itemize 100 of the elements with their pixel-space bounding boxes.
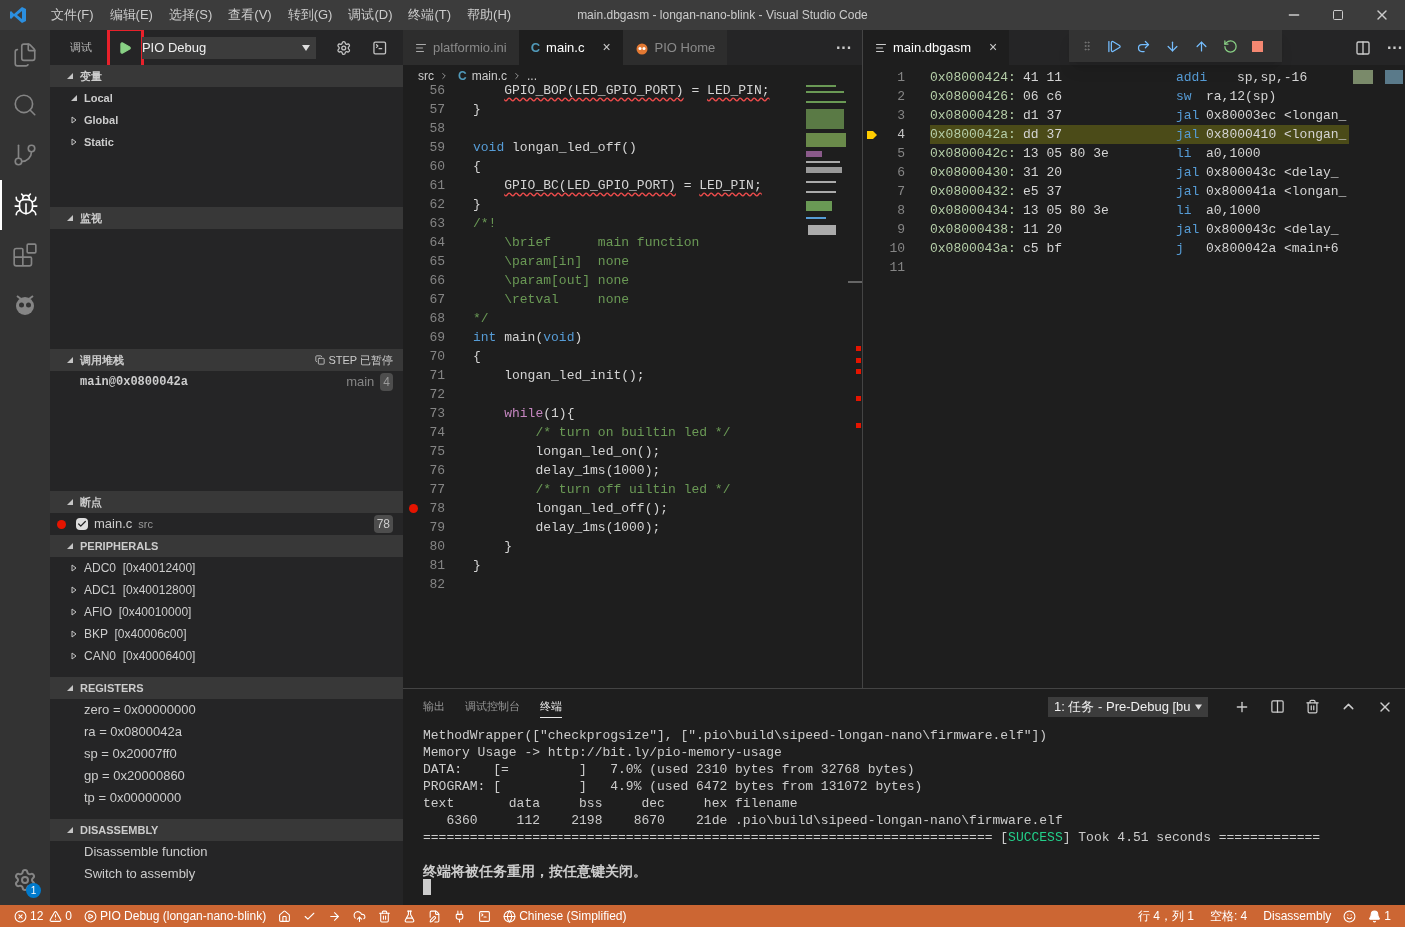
triangle-icon[interactable] — [66, 542, 74, 550]
assembly-line: 0x08000428: d1 37 jal 0x80003ec <longan_ — [930, 106, 1348, 125]
editor-tab[interactable]: main.dbgasm × — [863, 30, 1010, 65]
menu-item[interactable]: 调试(D) — [340, 5, 401, 25]
code-line: /* turn off uiltin led */ — [534, 480, 731, 499]
list-item[interactable]: Switch to assembly — [50, 863, 403, 885]
more-actions-button[interactable]: ··· — [836, 35, 852, 60]
editor-tab[interactable]: PIO Home — [622, 30, 728, 65]
step-over-icon[interactable] — [1136, 38, 1151, 54]
restart-icon[interactable] — [1223, 38, 1238, 54]
more-actions-button[interactable]: ··· — [1387, 35, 1403, 60]
section-header[interactable]: 监视 — [50, 207, 403, 229]
triangle-icon[interactable] — [70, 138, 78, 146]
triangle-icon[interactable] — [70, 116, 78, 124]
editor-tab[interactable]: platformio.ini — [403, 30, 519, 65]
debug-launch-item[interactable]: PIO Debug (longan-nano-blink) — [84, 907, 267, 925]
terminal-line: MethodWrapper(["checkprogsize"], [".pio\build\sipeed-longan-nano\firmware.elf"]) — [423, 727, 1049, 743]
triangle-icon[interactable] — [66, 72, 74, 80]
tree-item[interactable]: ADC0 [0x40012400] — [50, 557, 403, 579]
problems-indicator[interactable]: 12 0 — [14, 907, 73, 925]
drag-handle-icon[interactable] — [1081, 40, 1093, 52]
home-icon[interactable] — [278, 909, 292, 923]
tree-item[interactable]: CAN0 [0x40006400] — [50, 645, 403, 667]
language-mode[interactable]: Disassembly — [1263, 907, 1332, 925]
cloud-upload-icon[interactable] — [353, 909, 367, 923]
indentation[interactable]: 空格: 4 — [1209, 907, 1248, 925]
split-terminal-icon[interactable] — [1270, 699, 1285, 714]
menu-item[interactable]: 文件(F) — [43, 5, 102, 25]
triangle-icon[interactable] — [66, 214, 74, 222]
terminal-line: PROGRAM: [ ] 4.9% (used 6472 bytes from 131072 bytes) — [423, 778, 924, 794]
tree-item[interactable]: Static — [50, 131, 403, 153]
triangle-icon[interactable] — [66, 684, 74, 692]
terminal-icon[interactable] — [371, 39, 387, 56]
section-header[interactable]: 断点 — [50, 491, 403, 513]
triangle-icon[interactable] — [66, 356, 74, 364]
tree-item[interactable]: AFIO [0x40010000] — [50, 601, 403, 623]
tree-item[interactable]: ADC1 [0x40012800] — [50, 579, 403, 601]
panel-tab[interactable]: 终端 — [540, 694, 562, 719]
checkbox[interactable] — [76, 518, 88, 530]
menu-item[interactable]: 终端(T) — [400, 5, 460, 25]
window-title: main.dbgasm - longan-nano-blink - Visual Studio Code — [577, 7, 868, 24]
triangle-icon[interactable] — [70, 564, 78, 572]
section-header[interactable]: DISASSEMBLY — [50, 819, 403, 841]
list-item[interactable]: ra = 0x0800042a — [50, 721, 403, 743]
code-line: /* turn on builtin led */ — [534, 423, 731, 442]
section-header[interactable]: 调用堆栈 STEP 已暂停 — [50, 349, 403, 371]
menu-item[interactable]: 编辑(E) — [101, 5, 161, 25]
continue-icon[interactable] — [1107, 38, 1122, 54]
list-item[interactable]: sp = 0x20007ff0 — [50, 743, 403, 765]
section-header[interactable]: PERIPHERALS — [50, 535, 403, 557]
stack-frame[interactable]: main@0x0800042a main 4 — [50, 371, 403, 393]
settings-button[interactable]: 1 — [0, 855, 50, 905]
settings-icon — [13, 868, 37, 892]
line-number: 9 — [896, 220, 905, 239]
editor-tab[interactable]: C main.c × — [518, 30, 623, 65]
breakpoint-item[interactable]: main.c src 78 — [50, 513, 403, 535]
minimap-drawing — [1353, 70, 1403, 84]
triangle-icon[interactable] — [70, 608, 78, 616]
step-into-icon[interactable] — [1165, 38, 1180, 54]
flask-icon[interactable] — [403, 909, 417, 923]
stop-icon[interactable] — [1252, 40, 1263, 52]
maximize-icon[interactable] — [1332, 9, 1344, 21]
code-line: } — [473, 100, 481, 119]
notifications-item[interactable]: 1 — [1368, 907, 1391, 925]
triangle-icon[interactable] — [70, 630, 78, 638]
smiley-icon[interactable] — [1343, 909, 1357, 923]
triangle-icon[interactable] — [70, 586, 78, 594]
panel-tab[interactable]: 输出 — [423, 695, 445, 718]
step-out-icon[interactable] — [1194, 38, 1209, 54]
menu-item[interactable]: 帮助(H) — [459, 5, 520, 25]
menu-item[interactable]: 查看(V) — [220, 5, 280, 25]
file-edit-icon[interactable] — [428, 909, 442, 923]
triangle-icon[interactable] — [66, 498, 74, 506]
list-item[interactable]: gp = 0x20000860 — [50, 765, 403, 787]
trash-icon[interactable] — [1305, 699, 1320, 714]
language-item[interactable]: Chinese (Simplified) — [503, 907, 627, 925]
arrow-icon[interactable] — [328, 909, 342, 923]
settings-icon[interactable] — [336, 39, 352, 56]
section-header[interactable]: REGISTERS — [50, 677, 403, 699]
line-number: 7 — [896, 182, 905, 201]
terminal-dropdown[interactable]: 1: 任务 - Pre-Debug [bu — [1048, 696, 1208, 717]
list-item[interactable]: Disassemble function — [50, 841, 403, 863]
close-tab-button[interactable]: × — [989, 37, 998, 58]
tree-item[interactable]: Local — [50, 87, 403, 109]
triangle-icon[interactable] — [66, 826, 74, 834]
menu-item[interactable]: 选择(S) — [160, 5, 221, 25]
menu-item[interactable]: 转到(G) — [279, 5, 341, 25]
tree-item[interactable]: Global — [50, 109, 403, 131]
close-tab-button[interactable]: × — [602, 37, 611, 58]
triangle-icon[interactable] — [70, 652, 78, 660]
section-header[interactable]: 变量 — [50, 65, 403, 87]
cursor-position[interactable]: 行 4，列 1 — [1137, 907, 1194, 925]
triangle-icon[interactable] — [70, 94, 78, 102]
list-item[interactable]: zero = 0x00000000 — [50, 699, 403, 721]
panel-tab[interactable]: 调试控制台 — [465, 695, 520, 718]
bug-icon — [13, 192, 39, 218]
configuration-dropdown[interactable]: PIO Debug — [141, 36, 317, 59]
tree-item[interactable]: BKP [0x40006c00] — [50, 623, 403, 645]
split-editor-icon[interactable] — [1355, 39, 1371, 56]
list-item[interactable]: tp = 0x00000000 — [50, 787, 403, 809]
